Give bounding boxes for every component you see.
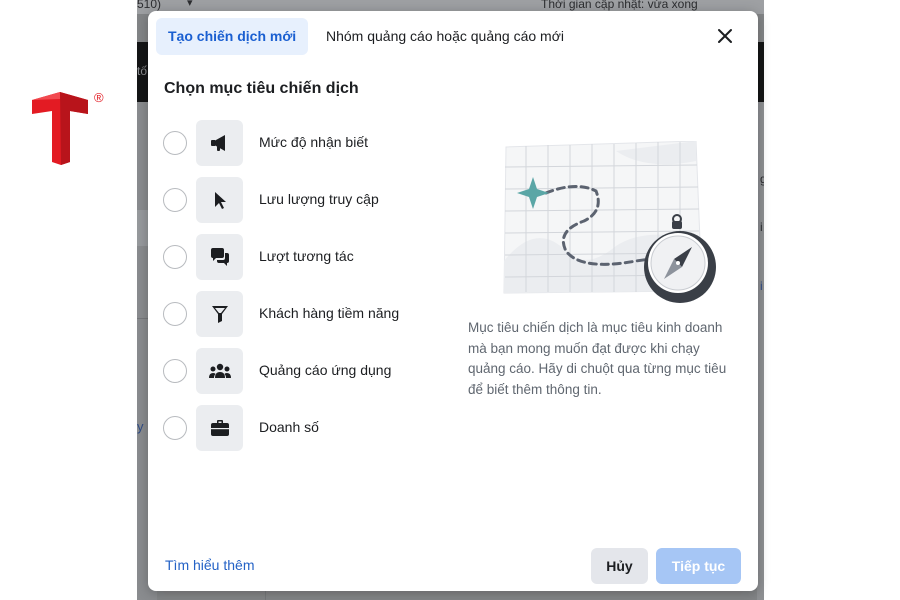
objective-radio[interactable] bbox=[163, 131, 187, 155]
objective-radio[interactable] bbox=[163, 416, 187, 440]
background-count-text: 510) bbox=[137, 0, 162, 11]
objective-icon-tile bbox=[196, 405, 243, 451]
cancel-button[interactable]: Hủy bbox=[591, 548, 648, 584]
close-icon bbox=[718, 29, 732, 43]
objective-option-leads[interactable]: Khách hàng tiềm năng bbox=[163, 290, 433, 338]
objective-option-awareness[interactable]: Mức độ nhận biết bbox=[163, 119, 433, 167]
learn-more-link[interactable]: Tìm hiểu thêm bbox=[165, 557, 254, 573]
campaign-objective-dialog: Tạo chiến dịch mới Nhóm quảng cáo hoặc q… bbox=[148, 11, 758, 591]
background-right-fragment: i bbox=[760, 279, 763, 293]
objective-label: Doanh số bbox=[259, 419, 319, 435]
objective-option-traffic[interactable]: Lưu lượng truy cập bbox=[163, 176, 433, 224]
chat-bubbles-icon bbox=[210, 248, 229, 266]
background-caret-icon: ▾ bbox=[187, 0, 193, 9]
background-left-link: y bbox=[137, 419, 144, 434]
objective-icon-tile bbox=[196, 348, 243, 394]
registered-mark: ® bbox=[94, 90, 104, 105]
objective-option-app-promotion[interactable]: Quảng cáo ứng dụng bbox=[163, 347, 433, 395]
objective-icon-tile bbox=[196, 177, 243, 223]
brand-logo: ® bbox=[30, 90, 110, 168]
objective-radio[interactable] bbox=[163, 302, 187, 326]
map-compass-illustration bbox=[496, 140, 726, 311]
background-right-fragment: g bbox=[760, 172, 764, 186]
objective-icon-tile bbox=[196, 234, 243, 280]
background-dark-bar-text: tố bbox=[137, 64, 148, 78]
close-button[interactable] bbox=[715, 26, 735, 46]
objective-label: Khách hàng tiềm năng bbox=[259, 305, 400, 321]
objective-icon-tile bbox=[196, 120, 243, 166]
people-icon bbox=[208, 363, 231, 378]
objective-option-engagement[interactable]: Lượt tương tác bbox=[163, 233, 433, 281]
objective-option-sales[interactable]: Doanh số bbox=[163, 404, 433, 452]
objective-label: Quảng cáo ứng dụng bbox=[259, 362, 392, 378]
cursor-icon bbox=[214, 192, 226, 209]
objective-description: Mục tiêu chiến dịch là mục tiêu kinh doa… bbox=[468, 320, 727, 397]
objective-label: Lượt tương tác bbox=[259, 248, 354, 264]
tab-new-campaign[interactable]: Tạo chiến dịch mới bbox=[156, 18, 309, 55]
megaphone-icon bbox=[210, 135, 225, 151]
tab-new-adset-or-ad[interactable]: Nhóm quảng cáo hoặc quảng cáo mới bbox=[314, 18, 576, 55]
objective-radio[interactable] bbox=[163, 245, 187, 269]
dialog-heading: Chọn mục tiêu chiến dịch bbox=[164, 80, 359, 97]
map-illustration bbox=[503, 140, 716, 303]
briefcase-icon bbox=[210, 420, 229, 436]
screen: 510) ▾ Thời gian cập nhật: vừa xong tố y… bbox=[0, 0, 900, 600]
objective-label: Lưu lượng truy cập bbox=[259, 191, 379, 207]
background-right-fragment: i bbox=[760, 220, 763, 234]
objective-radio[interactable] bbox=[163, 188, 187, 212]
objective-icon-tile bbox=[196, 291, 243, 337]
objective-radio[interactable] bbox=[163, 359, 187, 383]
background-update-time: Thời gian cập nhật: vừa xong bbox=[541, 0, 698, 11]
funnel-icon bbox=[211, 306, 228, 323]
continue-button[interactable]: Tiếp tục bbox=[656, 548, 741, 584]
objective-label: Mức độ nhận biết bbox=[259, 134, 368, 150]
